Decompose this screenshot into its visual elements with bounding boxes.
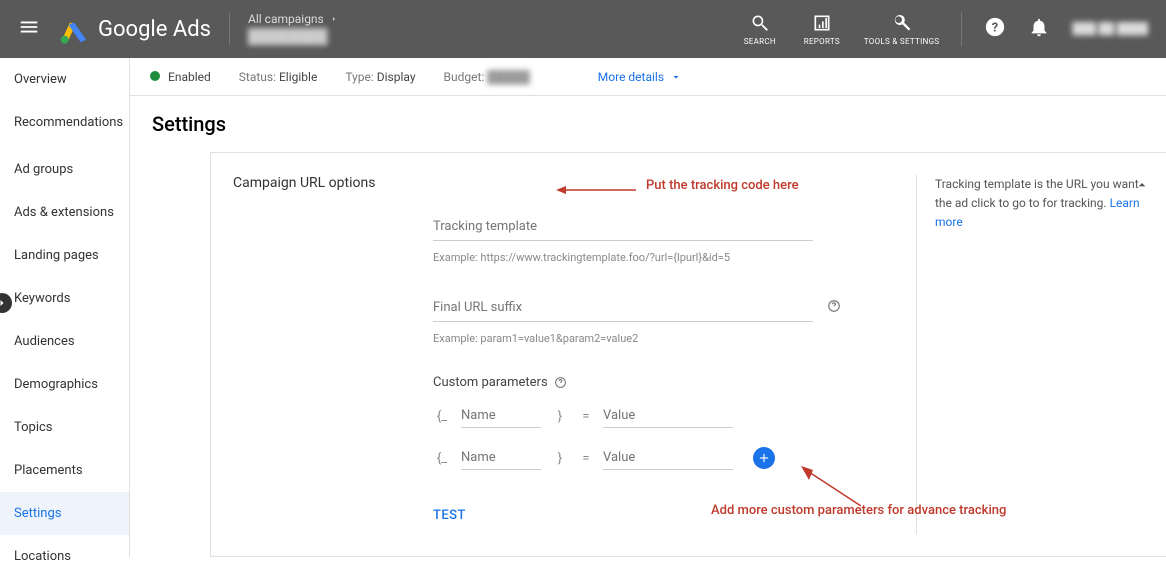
more-details-toggle[interactable]: More details	[598, 70, 682, 84]
sidebar-item-recommendations[interactable]: Recommendations	[0, 101, 129, 144]
chevron-right-icon	[0, 297, 8, 309]
test-button[interactable]: TEST	[433, 508, 466, 523]
budget-label: Budget:	[444, 70, 485, 84]
help-button[interactable]: ?	[984, 16, 1006, 42]
reports-icon	[812, 13, 832, 33]
tracking-template-input[interactable]	[433, 219, 813, 234]
final-url-suffix-input[interactable]	[433, 300, 813, 315]
plus-icon	[757, 451, 771, 465]
account-info[interactable]: ███ ██ ████	[1072, 21, 1148, 36]
param-value-input[interactable]	[603, 450, 769, 465]
brace-open: {_	[433, 451, 451, 466]
add-parameter-button[interactable]	[753, 447, 775, 469]
sidebar-item-keywords[interactable]: Keywords	[0, 277, 129, 320]
sidebar-item-overview[interactable]: Overview	[0, 58, 129, 101]
chevron-down-icon	[670, 71, 682, 83]
hamburger-icon[interactable]	[18, 16, 40, 42]
header-divider	[229, 13, 230, 45]
tools-settings-tool[interactable]: TOOLS & SETTINGS	[864, 13, 940, 46]
status-label: Status:	[239, 70, 276, 84]
status-dot-icon	[150, 71, 160, 81]
collapse-button[interactable]	[1134, 177, 1150, 199]
product-logo: Google Ads	[58, 13, 211, 45]
wrench-icon	[892, 13, 912, 33]
help-text: Tracking template is the URL you want th…	[935, 177, 1139, 210]
notifications-button[interactable]	[1028, 16, 1050, 42]
breadcrumb-top: All campaigns	[248, 11, 324, 28]
section-title: Campaign URL options	[233, 175, 916, 191]
search-tool[interactable]: SEARCH	[740, 13, 780, 46]
question-circle-icon[interactable]	[554, 376, 567, 389]
type-value: Display	[377, 70, 416, 84]
campaign-state[interactable]: Enabled	[150, 70, 211, 84]
sidebar-item-landing-pages[interactable]: Landing pages	[0, 234, 129, 277]
final-url-suffix-example: Example: param1=value1&param2=value2	[433, 332, 813, 345]
search-icon	[750, 13, 770, 33]
custom-param-row: {_ } =	[433, 404, 813, 428]
sidebar-item-settings[interactable]: Settings	[0, 492, 129, 535]
tracking-template-example: Example: https://www.trackingtemplate.fo…	[433, 251, 813, 264]
help-panel: Tracking template is the URL you want th…	[916, 175, 1166, 534]
param-value-input[interactable]	[603, 408, 769, 423]
budget-value: █████	[487, 70, 530, 84]
svg-text:?: ?	[992, 21, 998, 36]
sidebar-item-ads-extensions[interactable]: Ads & extensions	[0, 191, 129, 234]
question-circle-icon	[827, 299, 841, 313]
bell-icon	[1028, 16, 1050, 38]
chevron-right-icon	[330, 15, 338, 23]
page-title: Settings	[130, 96, 1166, 152]
brace-close: }	[551, 451, 569, 466]
chevron-up-icon	[1134, 177, 1150, 193]
left-nav: Overview Recommendations Ad groups Ads &…	[0, 58, 130, 557]
reports-tool[interactable]: REPORTS	[802, 13, 842, 46]
equals-sign: =	[579, 451, 593, 466]
help-icon[interactable]	[827, 298, 841, 317]
sidebar-item-topics[interactable]: Topics	[0, 406, 129, 449]
status-value: Eligible	[279, 70, 317, 84]
sidebar-item-ad-groups[interactable]: Ad groups	[0, 144, 129, 191]
breadcrumb[interactable]: All campaigns ████████	[248, 11, 338, 47]
custom-parameters-label: Custom parameters	[433, 375, 813, 390]
sidebar-item-demographics[interactable]: Demographics	[0, 363, 129, 406]
brace-open: {_	[433, 409, 451, 424]
header-divider	[961, 12, 962, 46]
sidebar-item-placements[interactable]: Placements	[0, 449, 129, 492]
brace-close: }	[551, 409, 569, 424]
google-ads-logo-icon	[58, 13, 90, 45]
custom-param-row: {_ } =	[433, 446, 813, 470]
campaign-status-bar: Enabled Status: Eligible Type: Display B…	[130, 58, 1166, 96]
type-label: Type:	[345, 70, 373, 84]
sidebar-item-audiences[interactable]: Audiences	[0, 320, 129, 363]
help-icon: ?	[984, 16, 1006, 38]
equals-sign: =	[579, 409, 593, 424]
product-name: Google Ads	[98, 17, 211, 42]
breadcrumb-bottom: ████████	[248, 28, 338, 48]
